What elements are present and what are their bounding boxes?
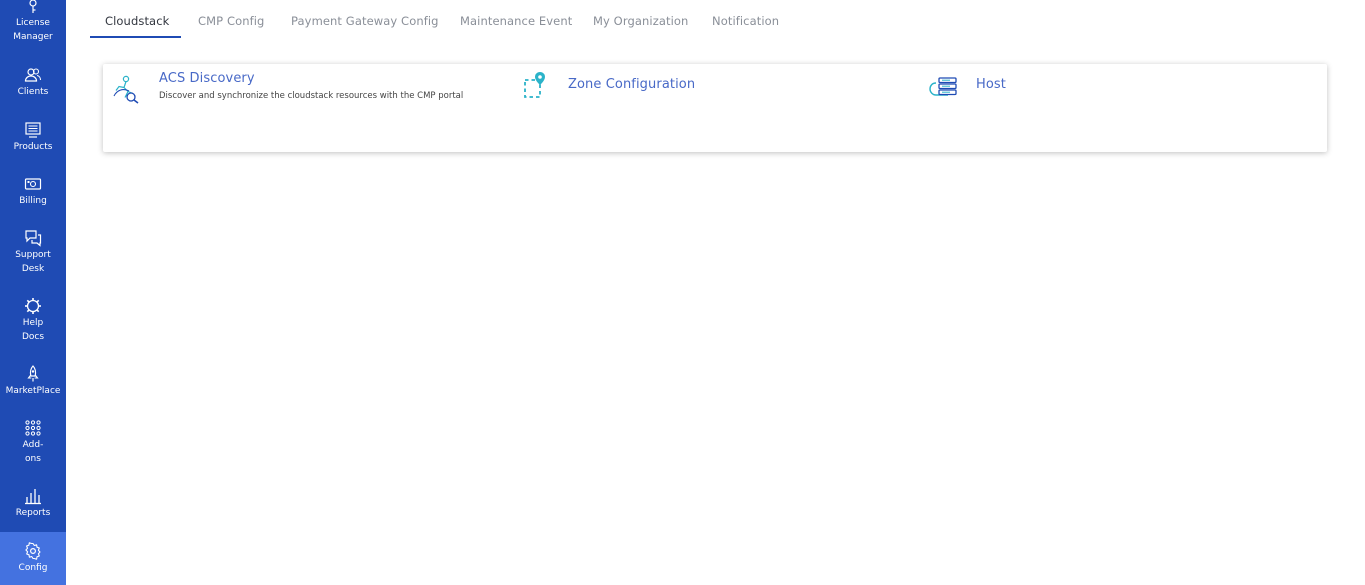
sidebar-item-label: Add- ons [22, 440, 44, 464]
host-title: Host [976, 77, 1006, 92]
sidebar-item-label: Reports [15, 508, 51, 518]
acs-discovery-description: Discover and synchronize the cloudstack … [159, 91, 464, 101]
tab-payment-gateway-config[interactable]: Payment Gateway Config [291, 14, 439, 28]
tab-cloudstack[interactable]: Cloudstack [105, 14, 169, 28]
sidebar-item-billing[interactable]: Billing [0, 175, 66, 209]
sidebar: License Manager Clients Products Billing… [0, 0, 66, 585]
active-tab-indicator [90, 36, 181, 38]
clients-icon [24, 66, 42, 84]
support-chat-icon [24, 229, 42, 247]
sidebar-item-products[interactable]: Products [0, 121, 66, 155]
sidebar-item-config[interactable]: Config [0, 532, 66, 585]
billing-icon [24, 175, 42, 193]
zone-pin-icon [523, 71, 549, 101]
acs-discovery-title: ACS Discovery [159, 71, 255, 86]
sidebar-item-license-manager[interactable]: License Manager [0, 0, 66, 50]
discovery-icon [111, 74, 141, 104]
zone-configuration-title: Zone Configuration [568, 77, 696, 92]
sidebar-item-clients[interactable]: Clients [0, 66, 66, 100]
zone-configuration-item[interactable]: Zone Configuration [513, 64, 918, 152]
sidebar-item-help-docs[interactable]: Help Docs [0, 297, 66, 345]
tab-my-organization[interactable]: My Organization [593, 14, 688, 28]
sidebar-item-label: Support Desk [15, 250, 51, 274]
sidebar-item-label: Billing [19, 196, 47, 206]
products-icon [24, 121, 42, 139]
host-item[interactable]: Host [918, 64, 1327, 152]
gear-icon [24, 542, 42, 560]
license-key-icon [24, 0, 42, 14]
cloudstack-card: ACS Discovery Discover and synchronize t… [103, 64, 1327, 152]
sidebar-item-label: Clients [17, 87, 49, 97]
sidebar-item-reports[interactable]: Reports [0, 487, 66, 521]
sidebar-item-add-ons[interactable]: Add- ons [0, 419, 66, 467]
host-server-icon [928, 75, 960, 99]
sidebar-item-label: MarketPlace [5, 386, 61, 396]
acs-discovery-item[interactable]: ACS Discovery Discover and synchronize t… [103, 64, 513, 152]
bar-chart-icon [24, 487, 42, 505]
tab-cmp-config[interactable]: CMP Config [198, 14, 264, 28]
sidebar-item-label: License Manager [13, 18, 53, 42]
tab-maintenance-event[interactable]: Maintenance Event [460, 14, 572, 28]
tab-notification[interactable]: Notification [712, 14, 779, 28]
sidebar-item-marketplace[interactable]: MarketPlace [0, 365, 66, 399]
sidebar-item-support-desk[interactable]: Support Desk [0, 229, 66, 277]
rocket-icon [24, 365, 42, 383]
help-gear-icon [24, 297, 42, 315]
sidebar-item-label: Help Docs [21, 318, 45, 342]
grid-dots-icon [24, 419, 42, 437]
sidebar-item-label: Config [18, 563, 48, 573]
sidebar-item-label: Products [13, 142, 53, 152]
